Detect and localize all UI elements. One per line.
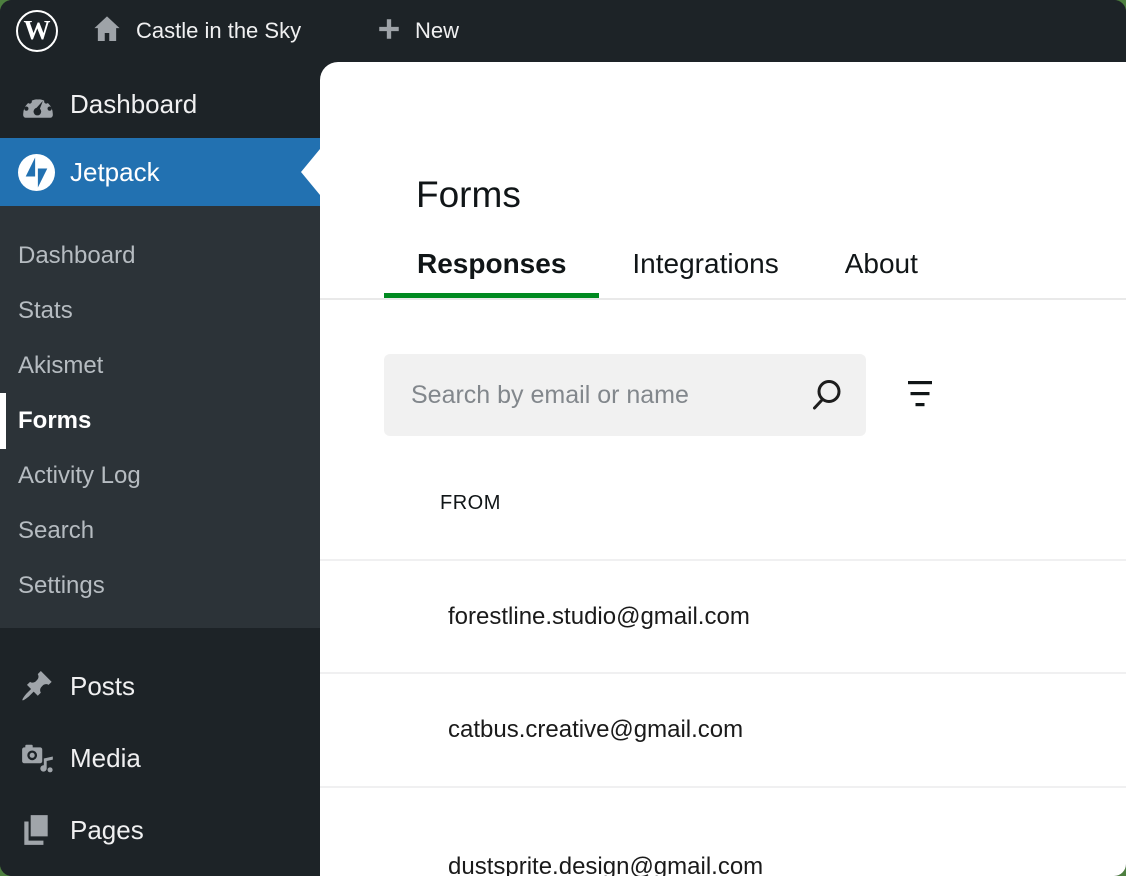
- site-home-link[interactable]: Castle in the Sky: [92, 0, 301, 62]
- search-box: [384, 354, 866, 436]
- tab-label: About: [845, 248, 918, 280]
- submenu-item-settings[interactable]: Settings: [0, 558, 320, 613]
- pages-icon: [20, 813, 52, 847]
- submenu-item-stats[interactable]: Stats: [0, 283, 320, 338]
- media-icon: [20, 742, 56, 774]
- sidebar-item-label: Jetpack: [70, 157, 160, 188]
- submenu-item-dashboard[interactable]: Dashboard: [0, 228, 320, 283]
- wordpress-logo-letter: W: [24, 17, 51, 44]
- filter-button[interactable]: [900, 375, 940, 415]
- submenu-item-label: Akismet: [18, 352, 103, 380]
- sidebar-item-label: Posts: [70, 671, 135, 702]
- new-content-button[interactable]: New: [376, 0, 459, 62]
- submenu-item-label: Activity Log: [18, 462, 141, 490]
- jetpack-submenu: Dashboard Stats Akismet Forms Activity L…: [0, 206, 320, 628]
- admin-bar: W Castle in the Sky New: [0, 0, 1126, 62]
- sidebar-item-jetpack[interactable]: Jetpack: [0, 138, 320, 206]
- sidebar-item-label: Dashboard: [70, 89, 197, 120]
- sidebar-item-label: Pages: [70, 815, 144, 846]
- submenu-item-label: Settings: [18, 572, 105, 600]
- sidebar-item-posts[interactable]: Posts: [0, 650, 320, 722]
- admin-sidebar: Dashboard Jetpack Dashboard Stats Akisme…: [0, 62, 320, 876]
- response-from-email: dustsprite.design@gmail.com: [448, 853, 763, 876]
- table-row[interactable]: dustsprite.design@gmail.com: [320, 786, 1126, 876]
- sidebar-item-pages[interactable]: Pages: [0, 794, 320, 866]
- column-header-from: FROM: [440, 492, 501, 515]
- forms-page-panel: Forms Responses Integrations About: [320, 62, 1126, 876]
- jetpack-icon: [18, 154, 55, 191]
- responses-table: forestline.studio@gmail.com catbus.creat…: [320, 559, 1126, 876]
- page-title: Forms: [416, 174, 521, 216]
- sidebar-item-media[interactable]: Media: [0, 722, 320, 794]
- submenu-item-activity-log[interactable]: Activity Log: [0, 448, 320, 503]
- submenu-item-label: Search: [18, 517, 94, 545]
- search-input[interactable]: [384, 354, 866, 436]
- tab-integrations[interactable]: Integrations: [599, 230, 811, 298]
- home-icon: [92, 14, 122, 49]
- tab-responses[interactable]: Responses: [384, 230, 599, 298]
- current-item-indicator: [0, 393, 6, 449]
- submenu-item-label: Forms: [18, 407, 91, 435]
- wordpress-admin-window: W Castle in the Sky New: [0, 0, 1126, 876]
- tab-about[interactable]: About: [812, 230, 951, 298]
- tab-label: Responses: [417, 248, 566, 280]
- response-from-email: forestline.studio@gmail.com: [448, 603, 750, 631]
- submenu-item-akismet[interactable]: Akismet: [0, 338, 320, 393]
- response-from-email: catbus.creative@gmail.com: [448, 716, 743, 744]
- pin-icon: [20, 669, 54, 703]
- site-name: Castle in the Sky: [136, 18, 301, 44]
- plus-icon: [376, 16, 402, 47]
- submenu-item-label: Stats: [18, 297, 73, 325]
- tab-label: Integrations: [632, 248, 778, 280]
- submenu-item-forms[interactable]: Forms: [0, 393, 320, 448]
- sidebar-item-dashboard[interactable]: Dashboard: [0, 70, 320, 138]
- filter-icon: [907, 380, 933, 411]
- search-icon[interactable]: [808, 377, 844, 413]
- wordpress-logo-icon[interactable]: W: [16, 10, 58, 52]
- submenu-item-search[interactable]: Search: [0, 503, 320, 558]
- sidebar-item-label: Media: [70, 743, 141, 774]
- table-row[interactable]: forestline.studio@gmail.com: [320, 559, 1126, 672]
- table-row[interactable]: catbus.creative@gmail.com: [320, 672, 1126, 786]
- tab-bar: Responses Integrations About: [320, 230, 1126, 300]
- submenu-item-label: Dashboard: [18, 242, 135, 270]
- new-label: New: [415, 18, 459, 44]
- dashboard-gauge-icon: [20, 88, 56, 120]
- search-row: [384, 354, 940, 436]
- selected-menu-arrow: [301, 149, 320, 195]
